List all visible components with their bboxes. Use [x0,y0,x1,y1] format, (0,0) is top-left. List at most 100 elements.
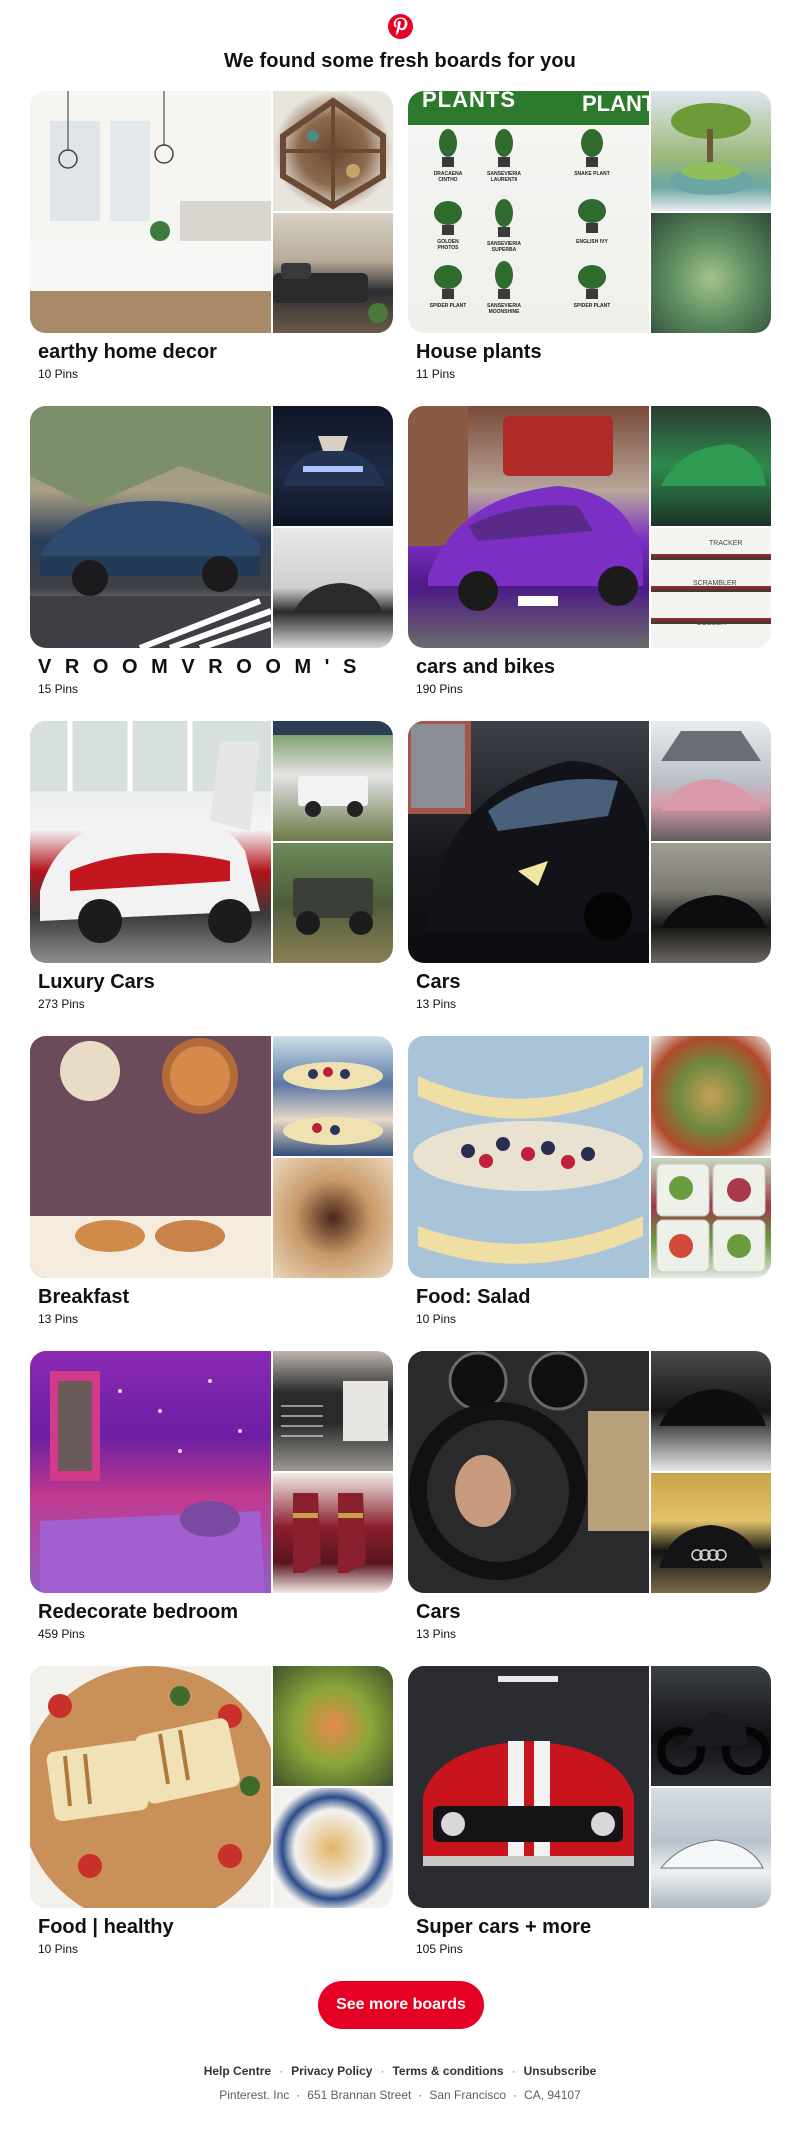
board-title[interactable]: Food | healthy [38,1916,393,1939]
plant-label: SPIDER PLANT [429,303,467,309]
plant-label: GOLDEN PHOTOS [437,239,459,251]
privacy-policy-link[interactable]: Privacy Policy [291,2064,372,2078]
board-collage [30,406,393,648]
board-thumb-image [651,1788,771,1908]
terms-link[interactable]: Terms & conditions [392,2064,503,2078]
plant-label: SNAKE PLANT [574,171,610,177]
board-cover-image [30,91,271,333]
bike-label: SCRAMBLER [693,580,737,587]
board-title[interactable]: Breakfast [38,1286,393,1309]
board-cover-image [30,1036,271,1278]
board-thumb-image [273,1666,393,1786]
board-title[interactable]: cars and bikes [416,656,771,679]
board-thumb-image [273,1158,393,1278]
address-company: Pinterest. Inc [219,2088,290,2102]
page-headline: We found some fresh boards for you [224,50,576,72]
board-collage: TRACKER SCRAMBLER BOBBER [408,406,771,648]
bike-label: BOBBER [697,620,727,627]
address-city: San Francisco [429,2088,507,2102]
board-title[interactable]: Cars [416,1601,771,1624]
board-card[interactable]: Food: Salad 10 Pins [408,1036,771,1351]
board-title[interactable]: Food: Salad [416,1286,771,1309]
address-state-zip: CA, 94107 [524,2088,581,2102]
unsubscribe-link[interactable]: Unsubscribe [524,2064,597,2078]
board-collage [408,1666,771,1908]
board-cover-image [408,406,649,648]
board-collage: PLANTS PLANT DRACAENA CINTHO SANSEVIERIA… [408,91,771,333]
board-collage [30,91,393,333]
board-title[interactable]: Super cars + more [416,1916,771,1939]
board-pin-count: 10 Pins [416,1312,457,1326]
board-title[interactable]: House plants [416,341,771,364]
board-collage [30,1666,393,1908]
board-cover-image [408,1036,649,1278]
board-card[interactable]: Cars 13 Pins [408,1351,771,1666]
board-card[interactable]: Super cars + more 105 Pins [408,1666,771,1981]
board-card[interactable]: PLANTS PLANT DRACAENA CINTHO SANSEVIERIA… [408,91,771,406]
board-collage [408,1036,771,1278]
board-collage [30,721,393,963]
board-title[interactable]: Redecorate bedroom [38,1601,393,1624]
pinterest-logo-icon[interactable] [388,14,413,39]
separator-dot: · [418,2088,423,2102]
board-thumb-image: TRACKER SCRAMBLER BOBBER [651,528,771,648]
board-card[interactable]: Breakfast 13 Pins [30,1036,393,1351]
board-cover-image [408,1666,649,1908]
board-card[interactable]: TRACKER SCRAMBLER BOBBER cars and bikes … [408,406,771,721]
board-grid: earthy home decor 10 Pins PLANTS PLANT D… [30,91,771,1981]
plant-label: SPIDER PLANT [573,303,611,309]
board-thumb-image [651,1036,771,1156]
board-thumb-image [273,1036,393,1156]
board-card[interactable]: Cars 13 Pins [408,721,771,1036]
separator-dot: · [279,2064,284,2078]
see-more-boards-button[interactable]: See more boards [318,1981,484,2029]
company-address: Pinterest. Inc · 651 Brannan Street · San Fr… [0,2088,800,2102]
plant-label: SANSEVIERIA MOONSHINE [487,303,521,315]
board-card[interactable]: Redecorate bedroom 459 Pins [30,1351,393,1666]
board-cover-image: PLANTS PLANT DRACAENA CINTHO SANSEVIERIA… [408,91,649,333]
separator-dot: · [511,2064,516,2078]
board-thumb-image [651,91,771,211]
board-title[interactable]: earthy home decor [38,341,393,364]
board-thumb-image [273,528,393,648]
separator-dot: · [513,2088,518,2102]
board-collage [30,1036,393,1278]
board-thumb-image [273,213,393,333]
board-thumb-image [273,91,393,211]
board-thumb-image [273,406,393,526]
board-thumb-image [651,1158,771,1278]
footer-links: Help Centre · Privacy Policy · Terms & condi… [0,2064,800,2078]
separator-dot: · [296,2088,301,2102]
board-cover-image [30,721,271,963]
board-title[interactable]: V R O O M V R O O M ' S [38,656,393,679]
board-pin-count: 13 Pins [38,1312,79,1326]
board-card[interactable]: Food | healthy 10 Pins [30,1666,393,1981]
board-thumb-image [273,1788,393,1908]
board-pin-count: 13 Pins [416,997,457,1011]
board-pin-count: 13 Pins [416,1627,457,1641]
board-thumb-image [651,213,771,333]
board-cover-image [408,721,649,963]
board-card[interactable]: Luxury Cars 273 Pins [30,721,393,1036]
board-thumb-image [651,1666,771,1786]
board-pin-count: 11 Pins [416,367,456,381]
board-cover-image [30,1666,271,1908]
board-thumb-image [651,843,771,963]
board-pin-count: 105 Pins [416,1942,463,1956]
board-thumb-image [273,843,393,963]
board-pin-count: 15 Pins [38,682,79,696]
board-cover-image [30,1351,271,1593]
board-pin-count: 273 Pins [38,997,85,1011]
board-card[interactable]: earthy home decor 10 Pins [30,91,393,406]
board-thumb-image [651,721,771,841]
board-thumb-image [273,1473,393,1593]
board-card[interactable]: V R O O M V R O O M ' S 15 Pins [30,406,393,721]
help-centre-link[interactable]: Help Centre [204,2064,271,2078]
separator-dot: · [380,2064,385,2078]
plant-label: SANSEVIERIA SUPERBA [487,241,521,253]
board-pin-count: 459 Pins [38,1627,85,1641]
board-title[interactable]: Luxury Cars [38,971,393,994]
board-pin-count: 10 Pins [38,367,79,381]
board-pin-count: 190 Pins [416,682,463,696]
board-title[interactable]: Cars [416,971,771,994]
